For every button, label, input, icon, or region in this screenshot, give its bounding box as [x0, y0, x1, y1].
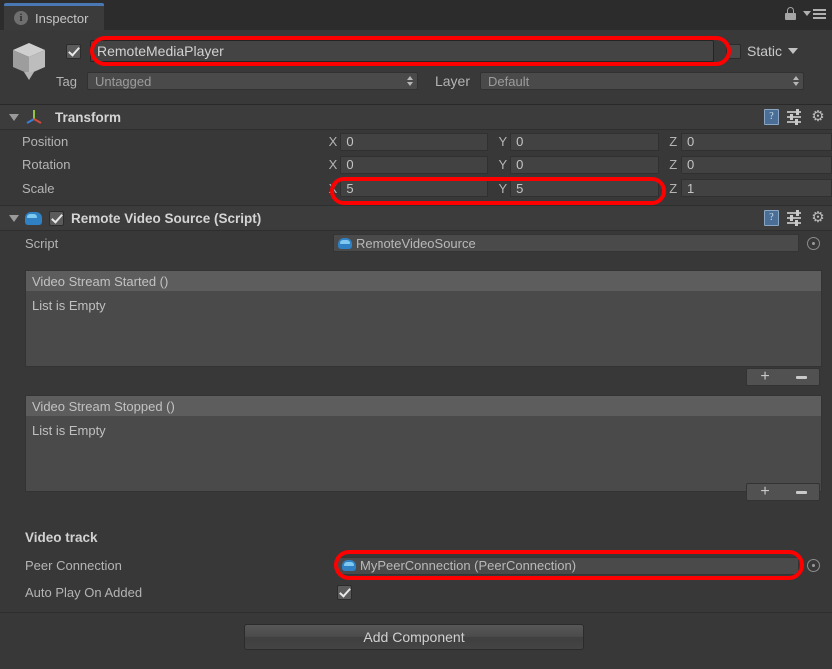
- tag-label: Tag: [56, 73, 77, 89]
- peer-connection-label: Peer Connection: [25, 558, 122, 573]
- script-component-title: Remote Video Source (Script): [71, 210, 262, 226]
- video-stream-stopped-add-button[interactable]: [747, 484, 783, 500]
- rotation-z-input[interactable]: 0: [680, 155, 832, 174]
- object-picker-icon[interactable]: [807, 236, 820, 250]
- gear-icon[interactable]: ⚙: [810, 109, 826, 125]
- layer-dropdown[interactable]: Default: [480, 72, 804, 90]
- scale-x-input[interactable]: 5: [340, 179, 489, 197]
- scale-y-axis: Y: [498, 180, 508, 196]
- scale-y-input[interactable]: 5: [510, 179, 660, 197]
- rotation-x-axis: X: [328, 157, 338, 172]
- video-stream-started-list-buttons: [746, 368, 820, 386]
- chevron-updown-icon-2: [793, 76, 799, 86]
- position-x-input[interactable]: 0: [340, 132, 489, 151]
- transform-row-position: Position X 0 Y 0 Z 0: [0, 130, 832, 153]
- tab-bar: i Inspector: [0, 0, 832, 30]
- auto-play-row: Auto Play On Added: [0, 581, 832, 604]
- video-stream-stopped-remove-button[interactable]: [783, 484, 819, 500]
- video-stream-stopped-empty-text: List is Empty: [32, 423, 106, 438]
- scale-z-axis: Z: [669, 180, 678, 196]
- video-stream-stopped-event-list: Video Stream Stopped () List is Empty: [25, 395, 822, 492]
- help-book-icon[interactable]: ?: [764, 109, 779, 125]
- rotation-x-input[interactable]: 0: [340, 155, 489, 174]
- gear-icon-2[interactable]: ⚙: [810, 210, 826, 226]
- video-track-section-title: Video track: [25, 530, 98, 545]
- static-toggle-group[interactable]: Static: [726, 43, 799, 59]
- object-header: RemoteMediaPlayer Static Tag Untagged La…: [0, 30, 832, 105]
- tag-dropdown[interactable]: Untagged: [86, 72, 418, 90]
- cs-script-icon-small: [338, 237, 352, 249]
- video-stream-started-remove-button[interactable]: [783, 369, 819, 385]
- foldout-arrow-icon[interactable]: [9, 113, 19, 121]
- footer-divider: [0, 612, 832, 613]
- tab-inspector-label: Inspector: [35, 10, 89, 26]
- script-enabled-checkbox[interactable]: [49, 210, 64, 226]
- cs-script-icon: [25, 211, 42, 225]
- tab-inspector[interactable]: i Inspector: [4, 3, 105, 30]
- rotation-y-axis: Y: [498, 157, 508, 172]
- transform-component-header[interactable]: Transform ? ⚙: [0, 105, 832, 130]
- info-icon: i: [14, 11, 28, 25]
- peer-connection-object-field[interactable]: MyPeerConnection (PeerConnection): [337, 556, 799, 575]
- scale-x-axis: X: [328, 180, 338, 196]
- tag-layer-row: Tag Untagged Layer Default: [0, 70, 832, 92]
- peer-connection-row: Peer Connection MyPeerConnection (PeerCo…: [0, 554, 832, 577]
- video-stream-started-empty-text: List is Empty: [32, 298, 106, 313]
- video-stream-stopped-header: Video Stream Stopped (): [26, 396, 821, 417]
- video-stream-started-header: Video Stream Started (): [26, 271, 821, 292]
- transform-row-rotation: Rotation X 0 Y 0 Z 0: [0, 153, 832, 176]
- auto-play-checkbox[interactable]: [337, 585, 352, 600]
- help-book-icon-2[interactable]: ?: [764, 210, 779, 226]
- chevron-updown-icon: [406, 76, 413, 86]
- script-header-icons: ? ⚙: [764, 210, 826, 226]
- scale-z-input[interactable]: 1: [680, 179, 832, 197]
- object-name-input[interactable]: RemoteMediaPlayer: [90, 40, 714, 62]
- presets-icon-2[interactable]: [787, 210, 802, 226]
- inspector-window: i Inspector RemoteMediaPlayer Static Tag…: [0, 0, 832, 669]
- transform-title: Transform: [55, 109, 122, 125]
- rotation-z-axis: Z: [669, 157, 678, 172]
- script-field-row: Script RemoteVideoSource: [0, 231, 832, 255]
- video-stream-stopped-list-buttons: [746, 483, 820, 501]
- presets-icon[interactable]: [787, 109, 802, 125]
- layer-label: Layer: [434, 73, 470, 89]
- position-z-input[interactable]: 0: [680, 132, 832, 151]
- position-x-axis: X: [328, 134, 338, 149]
- transform-header-icons: ? ⚙: [764, 109, 826, 125]
- position-y-input[interactable]: 0: [510, 132, 660, 151]
- object-enabled-checkbox[interactable]: [66, 43, 81, 59]
- hamburger-menu-icon[interactable]: [803, 8, 826, 19]
- layer-value: Default: [488, 73, 530, 89]
- peer-connection-value: MyPeerConnection (PeerConnection): [360, 558, 577, 573]
- tag-value: Untagged: [94, 73, 152, 89]
- peer-connection-picker-icon[interactable]: [807, 559, 820, 572]
- position-z-axis: Z: [669, 134, 678, 149]
- auto-play-label: Auto Play On Added: [25, 585, 143, 600]
- scale-label: Scale: [22, 180, 55, 196]
- object-name-row: RemoteMediaPlayer Static: [0, 38, 832, 64]
- script-value: RemoteVideoSource: [356, 235, 476, 251]
- lock-icon[interactable]: [785, 7, 796, 20]
- tab-bar-controls: [785, 7, 826, 20]
- static-checkbox[interactable]: [726, 43, 741, 59]
- position-y-axis: Y: [498, 134, 508, 149]
- add-component-button[interactable]: Add Component: [244, 624, 584, 650]
- position-label: Position: [22, 134, 69, 149]
- rotation-y-input[interactable]: 0: [510, 155, 660, 174]
- chevron-down-icon[interactable]: [788, 48, 799, 54]
- peer-connection-icon: [342, 560, 356, 571]
- script-label: Script: [25, 235, 59, 251]
- rotation-label: Rotation: [22, 157, 71, 172]
- transform-axis-icon: [26, 110, 42, 124]
- script-object-field[interactable]: RemoteVideoSource: [333, 234, 799, 252]
- script-component-header[interactable]: Remote Video Source (Script) ? ⚙: [0, 206, 832, 231]
- script-foldout-arrow-icon[interactable]: [9, 214, 19, 222]
- transform-row-scale: Scale X 5 Y 5 Z 1: [0, 176, 832, 200]
- video-stream-started-event-list: Video Stream Started () List is Empty: [25, 270, 822, 367]
- static-label: Static: [747, 43, 783, 59]
- video-stream-started-add-button[interactable]: [747, 369, 783, 385]
